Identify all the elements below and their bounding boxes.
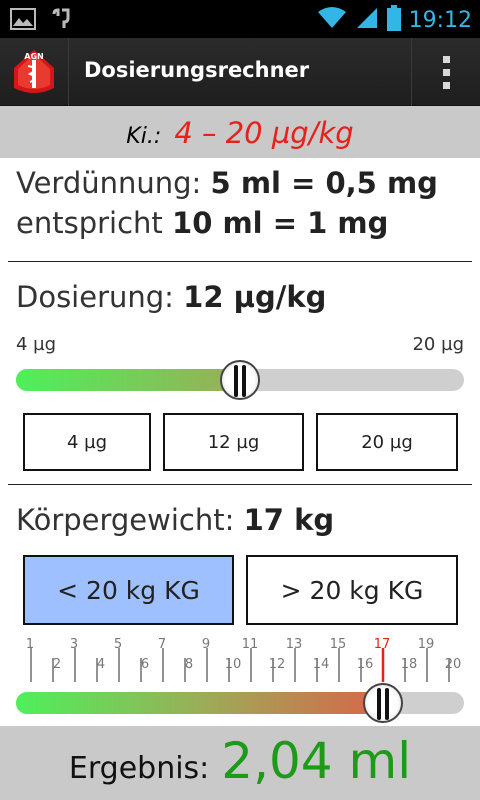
- verduennung-value: 5 ml = 0,5 mg: [210, 166, 438, 200]
- dosierung-label: Dosierung:: [16, 280, 174, 314]
- ruler-tick-label: 11: [242, 637, 259, 652]
- ruler-tick-label: 3: [70, 637, 78, 652]
- result-label: Ergebnis:: [68, 751, 210, 786]
- gewicht-slider-thumb[interactable]: [363, 683, 403, 723]
- dosierung-line: Dosierung: 12 µg/kg: [16, 280, 326, 314]
- verduennung-line: Verdünnung: 5 ml = 0,5 mg: [16, 166, 438, 200]
- ruler-tick-label: 10: [225, 657, 242, 672]
- dosierung-value: 12 µg/kg: [183, 280, 327, 314]
- dosierung-slider-thumb[interactable]: [220, 360, 260, 400]
- ruler-tick-label: 1: [26, 637, 34, 652]
- entspricht-value: 10 ml = 1 mg: [172, 206, 389, 240]
- action-bar-divider: [68, 38, 69, 106]
- ruler-tick-label: 20: [445, 657, 462, 672]
- weight-ruler: 1234567891011121314151617181920: [26, 637, 462, 682]
- gewicht-slider-fill: [16, 692, 383, 714]
- image-notification-icon: [10, 8, 36, 34]
- signal-icon: [355, 6, 379, 34]
- ruler-tick-label: 6: [141, 657, 149, 672]
- ki-value: 4 – 20 µg/kg: [174, 116, 354, 150]
- screen: 19:12 AGN Dosierungsrechner Ki.: 4 – 20 …: [0, 0, 480, 800]
- entspricht-label: entspricht: [16, 206, 163, 240]
- divider: [8, 484, 472, 485]
- ruler-tick-label: 14: [313, 657, 330, 672]
- entspricht-line: entspricht 10 ml = 1 mg: [16, 206, 388, 240]
- ki-label: Ki.:: [126, 124, 162, 149]
- ruler-tick-label: 8: [185, 657, 193, 672]
- ruler-tick-label: 4: [97, 657, 105, 672]
- divider: [8, 261, 472, 262]
- dosierung-slider-fill: [16, 369, 240, 391]
- usb-notification-icon: [50, 8, 72, 34]
- over-20kg-button[interactable]: > 20 kg KG: [246, 555, 458, 625]
- ruler-tick-label: 18: [401, 657, 418, 672]
- battery-icon: [386, 5, 401, 35]
- action-bar: AGN Dosierungsrechner: [0, 38, 480, 106]
- ruler-tick-label: 5: [114, 637, 122, 652]
- ruler-tick-label: 2: [53, 657, 61, 672]
- app-title: Dosierungsrechner: [84, 58, 310, 82]
- app-icon-text: AGN: [24, 52, 43, 61]
- ki-header: Ki.: 4 – 20 µg/kg: [0, 106, 480, 158]
- ruler-tick-label: 17: [374, 637, 391, 652]
- ruler-tick-label: 19: [418, 637, 435, 652]
- ruler-tick-label: 9: [202, 637, 210, 652]
- gewicht-line: Körpergewicht: 17 kg: [16, 503, 334, 537]
- ruler-tick-label: 15: [330, 637, 347, 652]
- status-bar: 19:12: [0, 0, 480, 38]
- ruler-tick-label: 12: [269, 657, 286, 672]
- overflow-menu-icon: [442, 55, 450, 63]
- status-time: 19:12: [408, 7, 472, 33]
- gewicht-label: Körpergewicht:: [16, 503, 235, 537]
- result-value: 2,04 ml: [221, 732, 412, 790]
- preset-12-button[interactable]: 12 µg: [163, 413, 304, 471]
- preset-20-button[interactable]: 20 µg: [316, 413, 458, 471]
- ruler-tick-label: 16: [357, 657, 374, 672]
- dosierung-max-label: 20 µg: [412, 334, 464, 355]
- overflow-menu-button[interactable]: [412, 38, 480, 106]
- wifi-icon: [317, 6, 347, 34]
- dosierung-min-label: 4 µg: [16, 334, 57, 355]
- agn-logo-icon[interactable]: AGN: [10, 48, 58, 96]
- verduennung-label: Verdünnung:: [16, 166, 202, 200]
- preset-4-button[interactable]: 4 µg: [23, 413, 151, 471]
- under-20kg-button[interactable]: < 20 kg KG: [23, 555, 234, 625]
- ruler-tick-label: 7: [158, 637, 166, 652]
- ruler-tick-label: 13: [286, 637, 303, 652]
- result-bar: Ergebnis: 2,04 ml: [0, 726, 480, 800]
- gewicht-value: 17 kg: [243, 503, 335, 537]
